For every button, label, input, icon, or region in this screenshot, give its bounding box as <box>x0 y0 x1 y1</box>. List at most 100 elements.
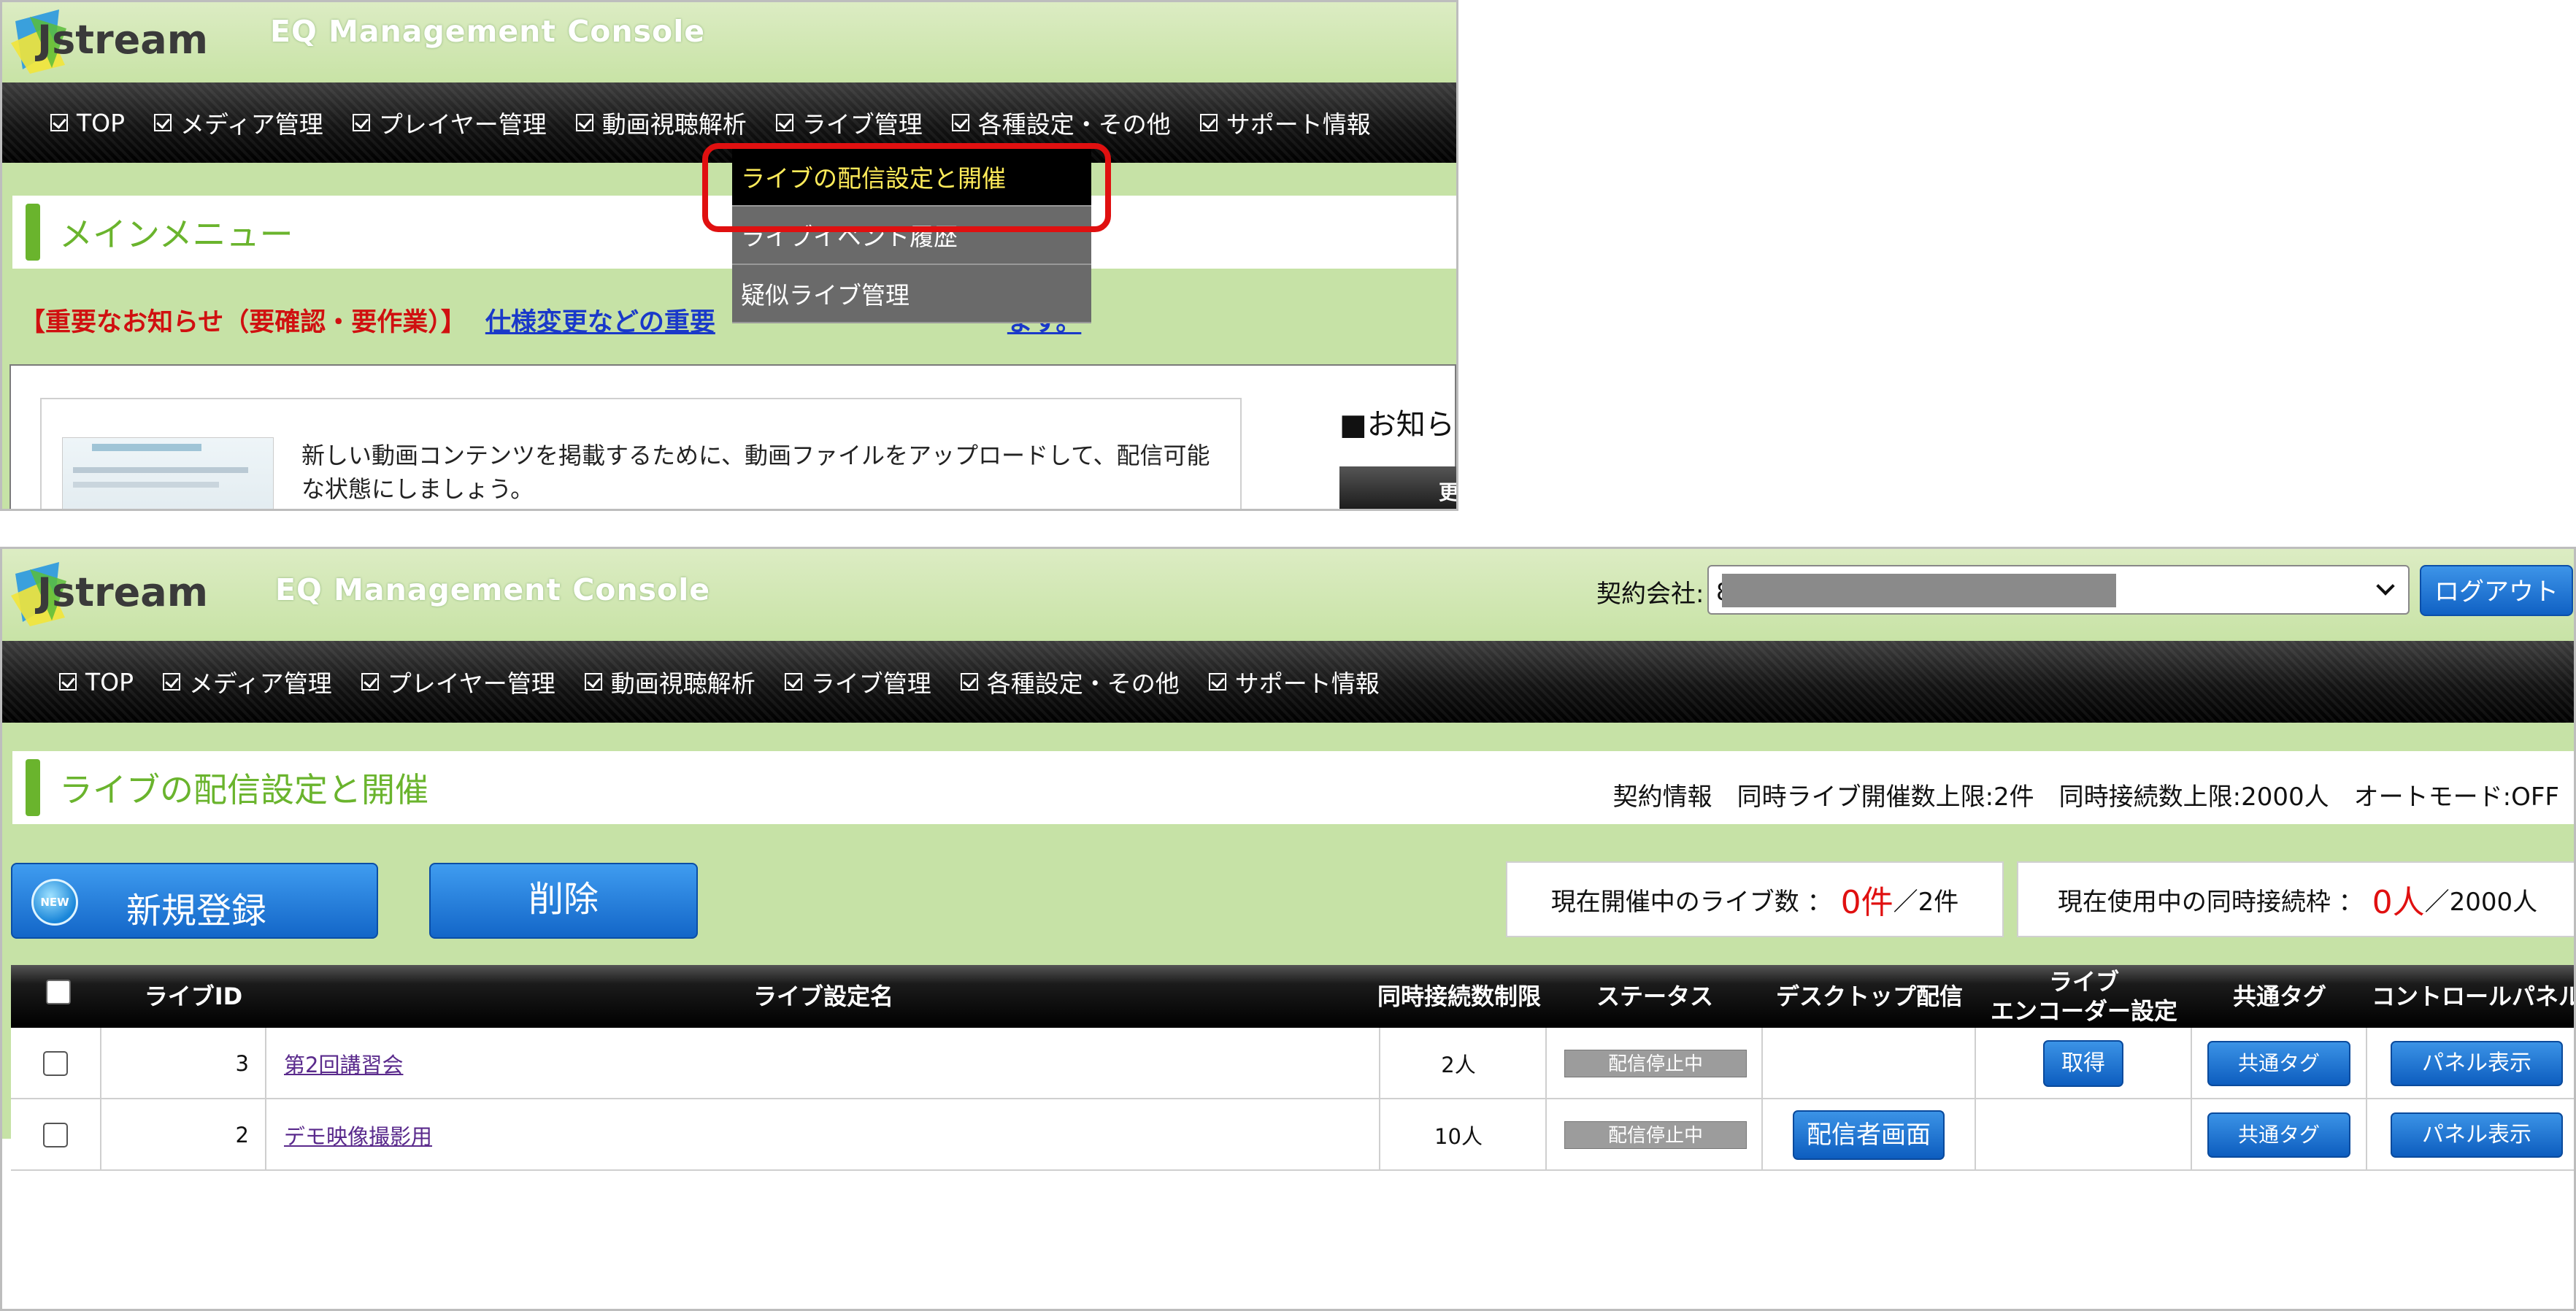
conn-count-limit: ／2000人 <box>2424 887 2538 917</box>
table-header: ライブID ライブ設定名 同時接続数制限 ステータス デスクトップ配信 ライブ … <box>11 965 2574 1028</box>
encoder-get-button[interactable]: 取得 <box>2043 1040 2123 1087</box>
nav-analytics[interactable]: 動画視聴解析 <box>575 105 747 140</box>
common-tag-button[interactable]: 共通タグ <box>2207 1041 2350 1086</box>
checkbox-icon <box>960 673 978 691</box>
contract-select[interactable]: 8 <box>1707 565 2410 615</box>
redaction-block <box>1722 574 2116 607</box>
panel-display-button[interactable]: パネル表示 <box>2391 1041 2563 1086</box>
live-count-current: 0件 <box>1840 884 1893 921</box>
col-control-panel: コントロールパネル <box>2371 983 2576 1010</box>
delete-button[interactable]: 削除 <box>429 863 698 939</box>
checkbox-icon <box>50 114 68 131</box>
nav-support[interactable]: サポート情報 <box>1199 105 1371 140</box>
broadcaster-screen-button[interactable]: 配信者画面 <box>1793 1110 1945 1160</box>
app-title: EQ Management Console <box>270 14 706 49</box>
status-cell: 配信停止中 <box>1547 1099 1763 1171</box>
jstream-logo: Jstream <box>8 7 227 77</box>
table-body: 3 第2回講習会 2人 配信停止中 取得 共通タグ パネル表示 2 デモ映像撮影… <box>11 1028 2574 1309</box>
connection-limit: 2人 <box>1372 1028 1547 1099</box>
desktop-cell <box>1763 1028 1976 1099</box>
upload-card[interactable]: 新しい動画コンテンツを掲載するために、動画ファイルをアップロードして、配信可能な… <box>40 398 1242 509</box>
chevron-down-icon <box>2376 577 2395 596</box>
checkbox-icon <box>163 673 181 691</box>
common-tag-button[interactable]: 共通タグ <box>2207 1112 2350 1158</box>
news-heading: ■お知ら <box>1339 408 1455 442</box>
contract-info-label: 契約情報 <box>1612 783 1712 812</box>
nav-player[interactable]: プレイヤー管理 <box>352 105 547 140</box>
live-name-cell: 第2回講習会 <box>266 1028 1380 1099</box>
nav-bar: TOP メディア管理 プレイヤー管理 動画視聴解析 ライブ管理 各種設定・その他… <box>2 641 2574 723</box>
conn-count-current: 0人 <box>2372 884 2425 921</box>
nav-top[interactable]: TOP <box>50 109 125 137</box>
checkbox-icon <box>59 673 77 691</box>
row-checkbox[interactable] <box>43 1123 68 1147</box>
connection-count-box: 現在使用中の同時接続枠 ： 0人 ／2000人 <box>2017 861 2574 937</box>
live-count-label: 現在開催中のライブ数 ： <box>1550 887 1832 917</box>
checkbox-icon <box>951 114 969 131</box>
bottom-screenshot: Jstream EQ Management Console 契約会社: 8 ログ… <box>0 547 2576 1311</box>
panel-cell: パネル表示 <box>2367 1099 2574 1171</box>
new-icon: NEW <box>31 879 78 926</box>
live-count-box: 現在開催中のライブ数 ： 0件 ／2件 <box>1506 861 2004 937</box>
title-accent-bar <box>26 759 40 816</box>
row-checkbox[interactable] <box>43 1051 68 1076</box>
tag-cell: 共通タグ <box>2192 1099 2367 1171</box>
upload-card-text: 新しい動画コンテンツを掲載するために、動画ファイルをアップロードして、配信可能な… <box>301 442 1210 503</box>
live-count-limit: ／2件 <box>1893 887 1959 917</box>
checkbox-icon <box>352 114 370 131</box>
notice-link[interactable]: 仕様変更などの重要 <box>485 308 715 337</box>
table-row: 3 第2回講習会 2人 配信停止中 取得 共通タグ パネル表示 <box>11 1028 2574 1099</box>
checkbox-icon <box>1199 114 1218 131</box>
status-badge: 配信停止中 <box>1564 1121 1747 1149</box>
nav-player[interactable]: プレイヤー管理 <box>361 664 555 699</box>
panel-cell: パネル表示 <box>2367 1028 2574 1099</box>
nav-media[interactable]: メディア管理 <box>154 105 323 140</box>
nav-support[interactable]: サポート情報 <box>1208 664 1380 699</box>
nav-live[interactable]: ライブ管理 <box>775 105 923 140</box>
conn-count-label: 現在使用中の同時接続枠 ： <box>2057 887 2364 917</box>
logout-button[interactable]: ログアウト <box>2420 565 2573 616</box>
connection-limit: 10人 <box>1372 1099 1547 1171</box>
nav-top[interactable]: TOP <box>59 668 134 696</box>
col-live-id: ライブID <box>144 983 243 1010</box>
live-name-link[interactable]: デモ映像撮影用 <box>284 1120 432 1150</box>
page-title: ライブの配信設定と開催 <box>59 770 428 810</box>
live-name-link[interactable]: 第2回講習会 <box>284 1048 403 1079</box>
new-registration-button[interactable]: NEW 新規登録 <box>11 863 378 939</box>
menu-item-pseudo-live[interactable]: 疑似ライブ管理 <box>732 265 1091 323</box>
checkbox-icon <box>775 114 793 131</box>
contract-info: 契約情報 同時ライブ開催数上限:2件 同時接続数上限:2000人 オートモード:OFF <box>1613 777 2559 812</box>
select-all-checkbox[interactable] <box>46 980 71 1004</box>
auto-mode: オートモード:OFF <box>2353 783 2559 812</box>
nav-live[interactable]: ライブ管理 <box>784 664 931 699</box>
status-cell: 配信停止中 <box>1547 1028 1763 1099</box>
checkbox-icon <box>361 673 379 691</box>
news-bar: 更 <box>1339 466 1456 509</box>
encoder-cell <box>1976 1099 2192 1171</box>
checkbox-icon <box>1208 673 1226 691</box>
main-content: 新しい動画コンテンツを掲載するために、動画ファイルをアップロードして、配信可能な… <box>9 364 1456 509</box>
checkbox-icon <box>784 673 802 691</box>
checkbox-icon <box>575 114 593 131</box>
row-select-cell <box>11 1099 101 1171</box>
svg-text:Jstream: Jstream <box>34 17 208 63</box>
header: Jstream EQ Management Console <box>2 2 1456 82</box>
live-id: 3 <box>101 1028 266 1099</box>
page-title: メインメニュー <box>59 215 293 254</box>
svg-text:Jstream: Jstream <box>34 569 208 615</box>
nav-settings[interactable]: 各種設定・その他 <box>960 664 1180 699</box>
jstream-logo: Jstream <box>8 559 227 629</box>
app-title: EQ Management Console <box>275 572 711 607</box>
row-select-cell <box>11 1028 101 1099</box>
tag-cell: 共通タグ <box>2192 1028 2367 1099</box>
checkbox-icon <box>584 673 602 691</box>
col-live-name: ライブ設定名 <box>753 983 893 1010</box>
nav-analytics[interactable]: 動画視聴解析 <box>584 664 756 699</box>
header: Jstream EQ Management Console 契約会社: 8 ログ… <box>2 549 2574 641</box>
nav-media[interactable]: メディア管理 <box>163 664 332 699</box>
status-badge: 配信停止中 <box>1564 1050 1747 1077</box>
top-screenshot: Jstream EQ Management Console TOP メディア管理… <box>0 0 1458 511</box>
col-encoder: ライブ エンコーダー設定 <box>1990 968 2177 1025</box>
nav-settings[interactable]: 各種設定・その他 <box>951 105 1171 140</box>
panel-display-button[interactable]: パネル表示 <box>2391 1112 2563 1158</box>
